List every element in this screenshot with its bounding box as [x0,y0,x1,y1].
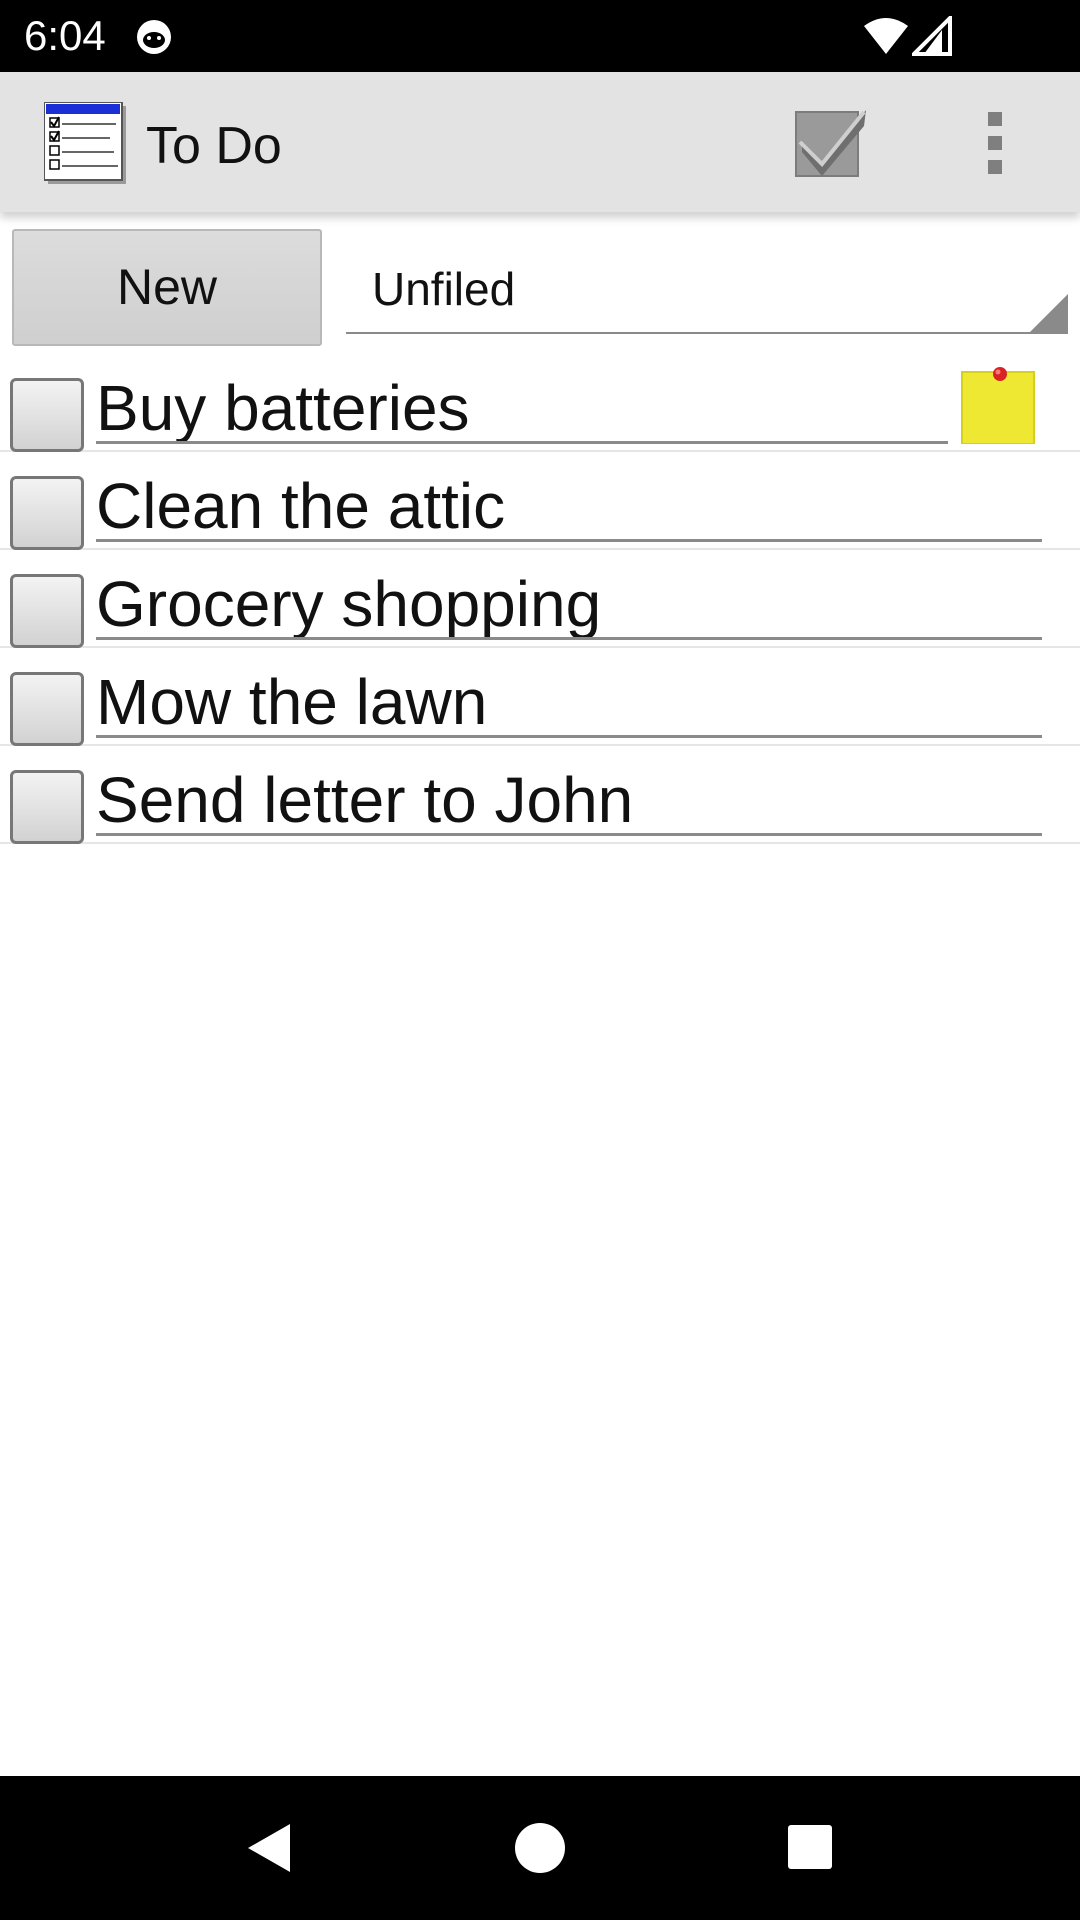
todo-text[interactable]: Grocery shopping [96,572,1042,640]
todo-text[interactable]: Mow the lawn [96,670,1042,738]
todo-checkbox[interactable] [10,476,84,550]
dropdown-arrow-icon [1030,294,1068,332]
sticky-note-icon[interactable] [960,366,1036,444]
todo-checkbox[interactable] [10,574,84,648]
home-icon[interactable] [514,1822,566,1874]
app-bar: To Do [0,72,1080,212]
todo-item: Buy batteries [0,354,1080,452]
todo-checkbox[interactable] [10,378,84,452]
todo-item: Send letter to John [0,746,1080,844]
todo-list: Buy batteries Clean the attic Grocery sh… [0,354,1080,844]
todo-text[interactable]: Send letter to John [96,768,1042,836]
todo-item: Grocery shopping [0,550,1080,648]
todo-checkbox[interactable] [10,770,84,844]
checkmark-icon[interactable] [792,106,868,182]
todo-text[interactable]: Clean the attic [96,474,1042,542]
todo-item: Mow the lawn [0,648,1080,746]
app-title: To Do [146,117,282,175]
cat-notification-icon [137,20,171,54]
category-select[interactable]: Unfiled [346,236,1068,334]
todo-app-icon [44,102,126,184]
nav-bar [0,1776,1080,1920]
wifi-icon [864,18,908,54]
new-button[interactable]: New [12,229,322,346]
category-value: Unfiled [372,263,516,315]
todo-checkbox[interactable] [10,672,84,746]
status-time: 6:04 [24,12,106,59]
todo-text[interactable]: Buy batteries [96,376,948,444]
status-bar: 6:04 [0,0,1080,72]
todo-item: Clean the attic [0,452,1080,550]
overflow-menu-icon[interactable] [980,108,1010,178]
recents-icon[interactable] [787,1824,833,1870]
back-icon[interactable] [244,1822,294,1874]
cell-signal-icon [912,16,952,56]
